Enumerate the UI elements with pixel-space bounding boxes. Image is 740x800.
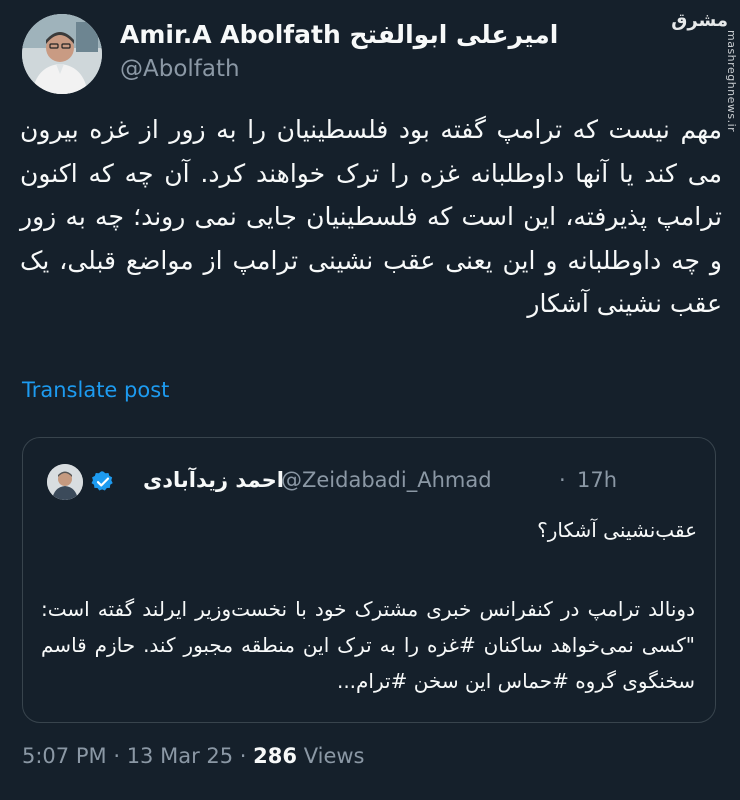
author-name[interactable]: Amir.A Abolfath امیرعلی ابوالفتح [120,20,558,49]
quoted-title: عقب‌نشینی آشکار؟ [537,518,697,542]
quoted-body: دونالد ترامپ در کنفرانس خبری مشترک خود ب… [41,597,695,693]
post-time[interactable]: 5:07 PM [22,744,107,768]
quoted-separator: · [559,468,566,492]
verified-badge-icon [91,471,113,491]
tweet-meta: 5:07 PM · 13 Mar 25 · 286 Views [22,744,364,768]
post-date[interactable]: 13 Mar 25 [127,744,233,768]
watermark-logo: مشرق [671,10,728,31]
quoted-author-avatar-image [47,464,83,500]
quoted-author-avatar[interactable] [47,464,83,500]
meta-separator: · [239,744,247,768]
author-avatar[interactable] [22,14,102,94]
quoted-tweet-card[interactable]: احمد زیدآبادی @Zeidabadi_Ahmad · 17h عقب… [22,437,716,723]
views-count: 286 [253,744,298,768]
author-avatar-image [22,14,102,94]
meta-separator: · [113,744,120,768]
views-label: Views [303,744,365,768]
translate-post-link[interactable]: Translate post [22,378,169,402]
tweet-text: مهم نیست که ترامپ گفته بود فلسطینیان را … [20,115,722,318]
quoted-author-handle[interactable]: @Zeidabadi_Ahmad [281,468,492,492]
quoted-author-name[interactable]: احمد زیدآبادی [143,468,284,492]
author-handle[interactable]: @Abolfath [120,56,240,82]
quoted-timestamp[interactable]: 17h [577,468,617,492]
watermark-url: mashreghnews.ir [725,30,738,133]
